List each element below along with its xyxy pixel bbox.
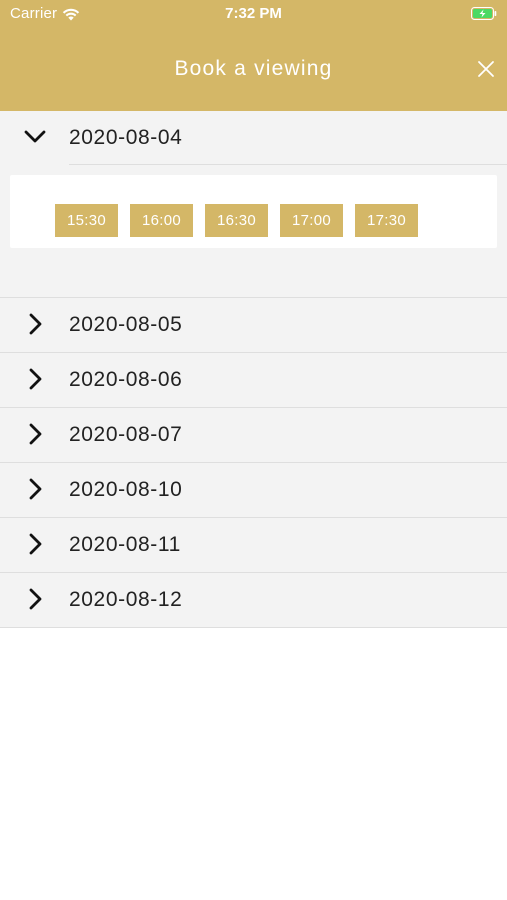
date-row[interactable]: 2020-08-05	[0, 298, 507, 353]
page-title: Book a viewing	[174, 57, 333, 80]
time-slot-panel: 15:30 16:00 16:30 17:00 17:30	[0, 165, 507, 298]
date-label: 2020-08-11	[69, 533, 181, 556]
close-button[interactable]	[473, 56, 499, 82]
date-row[interactable]: 2020-08-07	[0, 408, 507, 463]
time-slot-list: 15:30 16:00 16:30 17:00 17:30	[55, 204, 418, 237]
time-slot-button[interactable]: 16:30	[205, 204, 268, 237]
header: Carrier 7:32 PM Book a viewing	[0, 0, 507, 111]
date-label: 2020-08-04	[69, 126, 183, 149]
chevron-right-icon	[24, 533, 46, 555]
date-label: 2020-08-10	[69, 478, 183, 501]
date-list: 2020-08-04 15:30 16:00 16:30 17:00 17:30…	[0, 111, 507, 628]
status-time: 7:32 PM	[225, 5, 282, 22]
date-row[interactable]: 2020-08-10	[0, 463, 507, 518]
chevron-right-icon	[24, 588, 46, 610]
chevron-down-icon	[24, 126, 46, 148]
chevron-right-icon	[24, 478, 46, 500]
time-slot-button[interactable]: 16:00	[130, 204, 193, 237]
chevron-right-icon	[24, 423, 46, 445]
time-slot-card: 15:30 16:00 16:30 17:00 17:30	[10, 175, 497, 248]
time-slot-button[interactable]: 17:00	[280, 204, 343, 237]
date-label: 2020-08-12	[69, 588, 183, 611]
chevron-right-icon	[24, 368, 46, 390]
time-slot-button[interactable]: 17:30	[355, 204, 418, 237]
date-row-expanded[interactable]: 2020-08-04	[0, 111, 507, 165]
date-row[interactable]: 2020-08-12	[0, 573, 507, 628]
date-label: 2020-08-05	[69, 313, 183, 336]
close-icon	[478, 61, 494, 77]
time-slot-button[interactable]: 15:30	[55, 204, 118, 237]
battery-charging-icon	[471, 7, 497, 20]
date-label: 2020-08-06	[69, 368, 183, 391]
date-label: 2020-08-07	[69, 423, 183, 446]
date-row[interactable]: 2020-08-11	[0, 518, 507, 573]
date-row[interactable]: 2020-08-06	[0, 353, 507, 408]
chevron-right-icon	[24, 313, 46, 335]
status-bar: Carrier 7:32 PM	[0, 0, 507, 28]
navigation-bar: Book a viewing	[0, 28, 507, 111]
